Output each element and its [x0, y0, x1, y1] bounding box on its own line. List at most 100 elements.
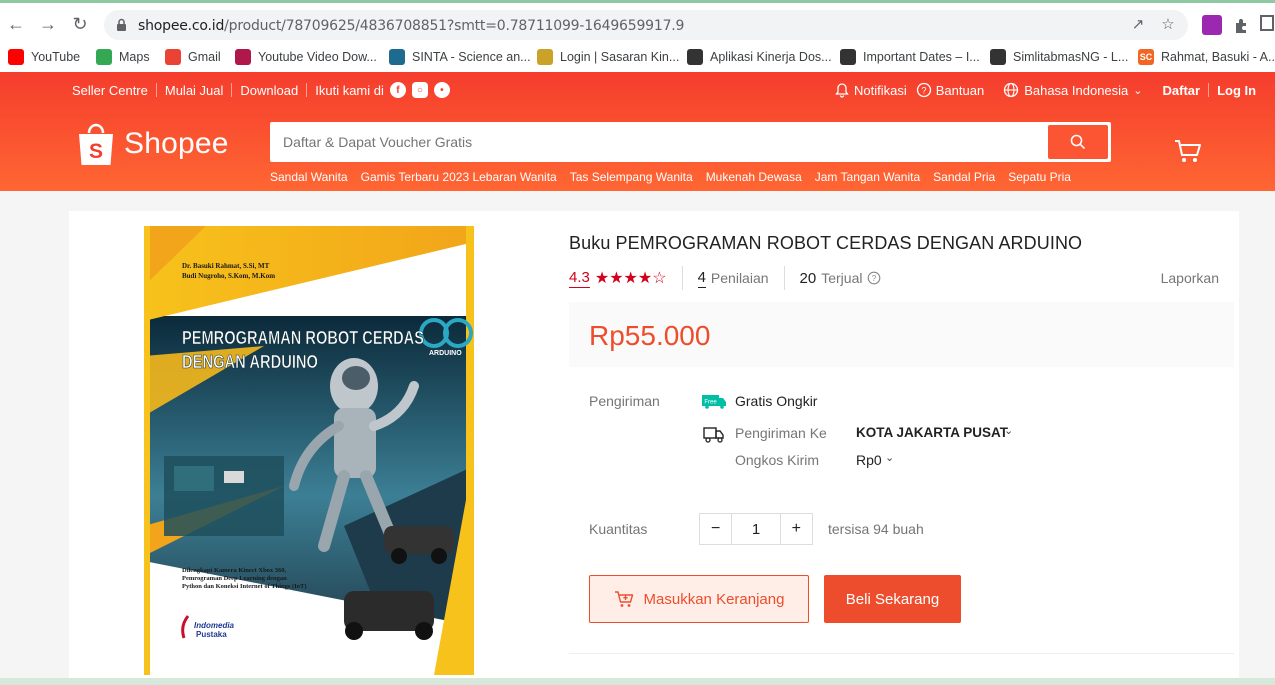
download-link[interactable]: Download: [240, 83, 298, 98]
cover-arduino-label: ARDUINO: [429, 350, 462, 357]
keyword-link[interactable]: Jam Tangan Wanita: [815, 170, 920, 184]
tab-search-icon[interactable]: [1260, 15, 1274, 31]
sinta-icon: [389, 49, 405, 65]
bookmark-item[interactable]: YouTube: [8, 45, 80, 69]
register-link[interactable]: Daftar: [1163, 83, 1201, 98]
divider: [681, 266, 683, 290]
cover-author-1: Dr. Basuki Rahmat, S.Si, MT: [182, 262, 270, 270]
cover-publisher-1: Indomedia: [194, 621, 235, 630]
keyword-link[interactable]: Gamis Terbaru 2023 Lebaran Wanita: [361, 170, 557, 184]
bookmark-item[interactable]: SINTA - Science an...: [389, 45, 531, 69]
free-shipping-icon: Free: [702, 395, 726, 409]
cover-blurb-3: Python dan Koneksi Internet of Things (I…: [182, 583, 307, 590]
report-link[interactable]: Laporkan: [1161, 270, 1219, 286]
extension-2-icon[interactable]: [1202, 15, 1222, 35]
product-price: Rp55.000: [589, 320, 711, 351]
shipping-cost-value[interactable]: Rp0: [856, 452, 882, 468]
notification-button[interactable]: Notifikasi: [834, 82, 907, 98]
back-icon[interactable]: ←: [4, 12, 28, 36]
facebook-icon[interactable]: f: [389, 82, 406, 98]
ship-to-value[interactable]: KOTA JAKARTA PUSAT: [856, 425, 1008, 440]
stock-text: tersisa 94 buah: [828, 521, 924, 537]
globe-icon: [840, 49, 856, 65]
maps-icon: [96, 49, 112, 65]
info-icon[interactable]: ?: [867, 271, 881, 285]
product-image[interactable]: Dr. Basuki Rahmat, S.Si, MT Budi Nugroho…: [144, 226, 474, 675]
reviews-label: Penilaian: [710, 270, 769, 286]
browser-chrome: ← → ↻ shopee.co.id/product/78709625/4836…: [0, 0, 1275, 72]
separator: [231, 83, 233, 97]
bookmark-label: SINTA - Science an...: [412, 50, 531, 64]
ship-to-label: Pengiriman Ke: [735, 425, 827, 441]
quantity-decrease-button[interactable]: −: [700, 514, 731, 544]
login-link[interactable]: Log In: [1217, 83, 1256, 98]
cover-blurb-1: Dilengkapi Kamera Kinect Xbox 360,: [182, 567, 287, 574]
free-shipping-text: Gratis Ongkir: [735, 393, 818, 409]
shopee-logo[interactable]: S Shopee: [76, 121, 229, 167]
bookmark-label: Gmail: [188, 50, 221, 64]
star-full-icon: ★: [609, 270, 624, 287]
sold-count: 20: [799, 269, 817, 287]
bookmark-item[interactable]: Important Dates – I...: [840, 45, 980, 69]
price-box: Rp55.000: [569, 302, 1234, 367]
url-text: shopee.co.id/product/78709625/4836708851…: [138, 18, 685, 34]
quantity-increase-button[interactable]: +: [781, 514, 812, 544]
star-icon[interactable]: ☆: [1158, 15, 1178, 35]
keyword-link[interactable]: Tas Selempang Wanita: [570, 170, 693, 184]
truck-icon: [703, 427, 724, 443]
bookmark-item[interactable]: Gmail: [165, 45, 221, 69]
quantity-stepper: − 1 +: [699, 513, 813, 545]
language-label: Bahasa Indonesia: [1024, 82, 1129, 98]
rating-stars: ★★★★☆: [595, 268, 667, 288]
sasaran-icon: [537, 49, 553, 65]
help-icon: ?: [916, 82, 931, 98]
add-to-cart-button[interactable]: Masukkan Keranjang: [589, 575, 809, 623]
keyword-link[interactable]: Sandal Pria: [933, 170, 995, 184]
buy-now-label: Beli Sekarang: [845, 590, 940, 608]
search-input[interactable]: [283, 134, 1043, 150]
product-title: Buku PEMROGRAMAN ROBOT CERDAS DENGAN ARD…: [569, 233, 1083, 253]
quantity-label: Kuantitas: [589, 521, 648, 537]
bookmark-item[interactable]: Maps: [96, 45, 150, 69]
cart-icon[interactable]: [1174, 138, 1202, 164]
buy-now-button[interactable]: Beli Sekarang: [824, 575, 961, 623]
help-button[interactable]: ? Bantuan: [916, 82, 984, 98]
instagram-icon[interactable]: ○: [411, 82, 428, 98]
mulai-jual-link[interactable]: Mulai Jual: [165, 83, 224, 98]
language-selector[interactable]: Bahasa Indonesia ⌄: [1003, 82, 1143, 98]
keyword-link[interactable]: Sepatu Pria: [1008, 170, 1071, 184]
globe-icon: [1004, 82, 1019, 98]
reviews-count[interactable]: 4: [697, 269, 706, 288]
reload-icon[interactable]: ↻: [68, 12, 92, 36]
top-nav-left: Seller Centre Mulai Jual Download Ikuti …: [72, 82, 450, 98]
rating-value[interactable]: 4.3: [569, 269, 590, 288]
shipping-cost-label: Ongkos Kirim: [735, 452, 820, 468]
bookmark-label: SimlitabmasNG - L...: [1013, 50, 1129, 64]
address-bar[interactable]: shopee.co.id/product/78709625/4836708851…: [104, 10, 1188, 40]
cover-title-1: PEMROGRAMAN ROBOT CERDAS: [182, 328, 424, 348]
keyword-link[interactable]: Mukenah Dewasa: [706, 170, 802, 184]
bookmark-item[interactable]: SimlitabmasNG - L...: [990, 45, 1128, 69]
bookmark-item[interactable]: SC Rahmat, Basuki - A...: [1138, 45, 1275, 69]
share-icon[interactable]: ↗: [1128, 15, 1148, 35]
puzzle-icon[interactable]: [1232, 15, 1252, 35]
quantity-input[interactable]: 1: [731, 514, 781, 544]
forward-icon[interactable]: →: [36, 12, 60, 36]
bookmark-item[interactable]: Aplikasi Kinerja Dos...: [687, 45, 832, 69]
search-button[interactable]: [1048, 125, 1108, 159]
add-to-cart-label: Masukkan Keranjang: [643, 590, 785, 608]
bookmark-item[interactable]: Youtube Video Dow...: [235, 45, 377, 69]
star-full-icon: ★: [594, 270, 610, 287]
bookmark-item[interactable]: Login | Sasaran Kin...: [537, 45, 679, 69]
gmail-icon: [165, 49, 181, 65]
shopee-header: Seller Centre Mulai Jual Download Ikuti …: [0, 72, 1275, 191]
star-empty-icon: ☆: [652, 270, 667, 287]
line-icon[interactable]: •: [433, 82, 450, 98]
search-bar: [270, 122, 1111, 162]
separator: [306, 83, 308, 97]
shipping-cost-chevron-icon[interactable]: ⌄: [885, 451, 894, 464]
shopee-bag-icon: S: [79, 123, 113, 165]
keyword-link[interactable]: Sandal Wanita: [270, 170, 348, 184]
seller-centre-link[interactable]: Seller Centre: [72, 83, 148, 98]
ship-to-chevron-icon[interactable]: ⌄: [1004, 424, 1013, 437]
